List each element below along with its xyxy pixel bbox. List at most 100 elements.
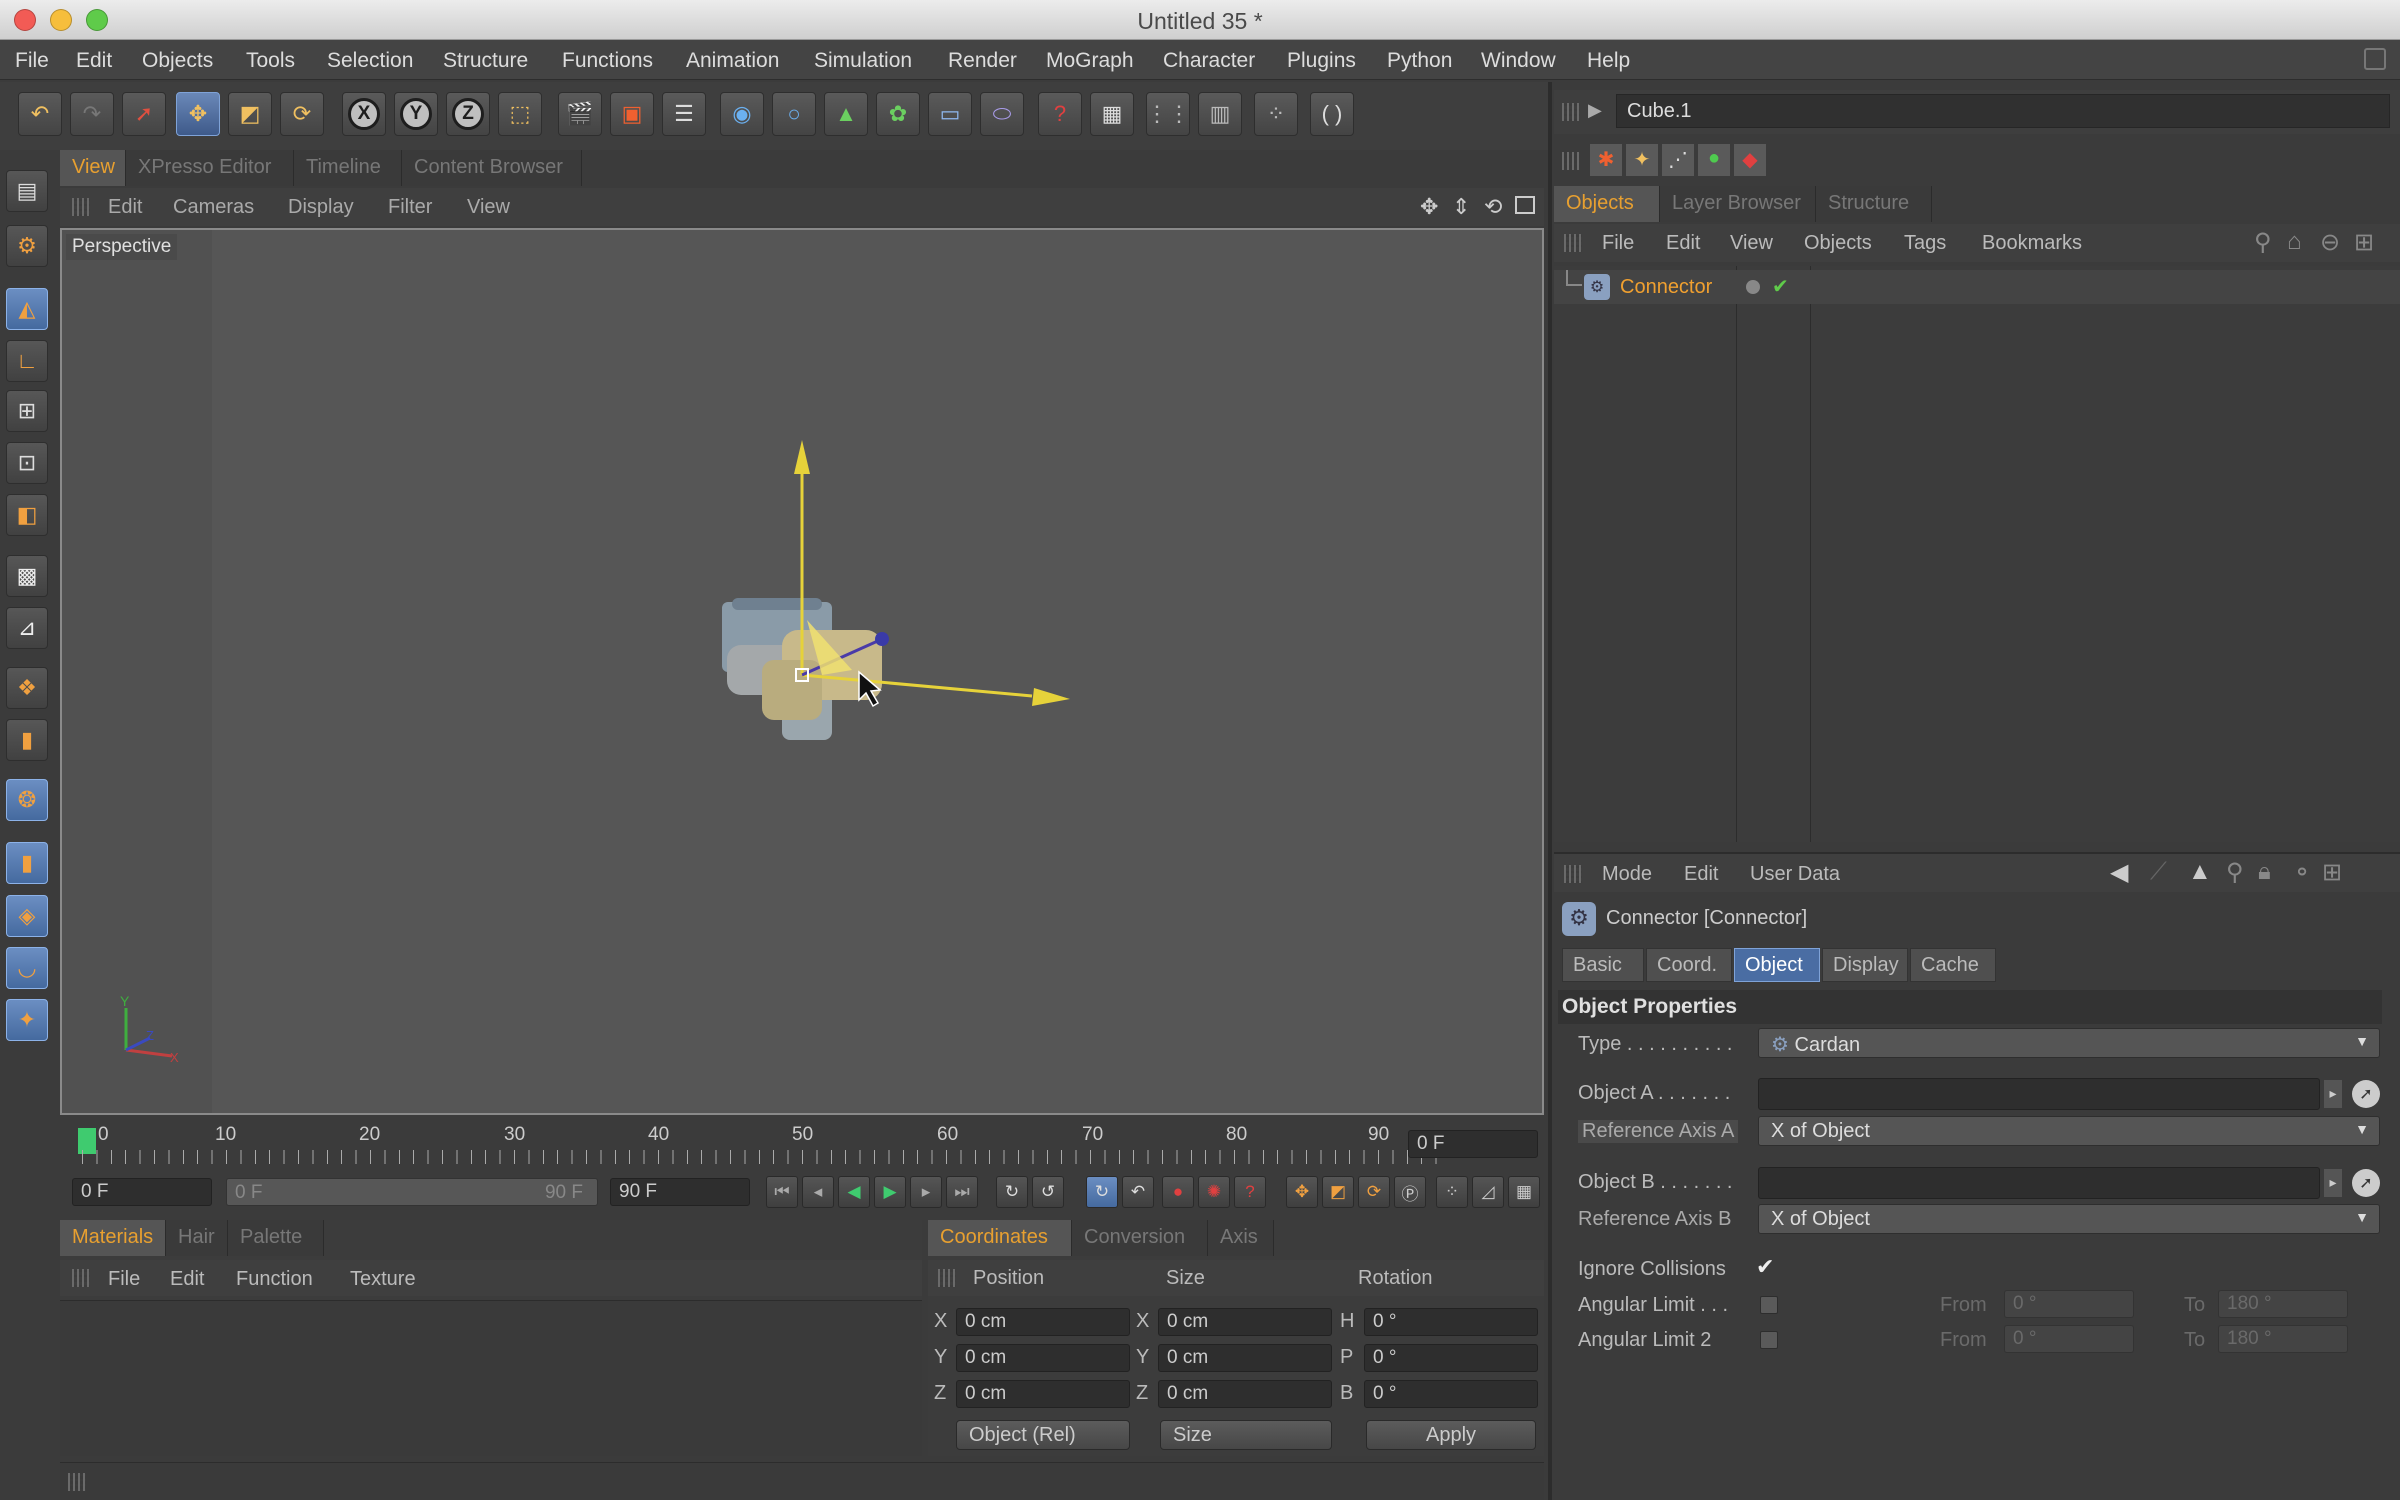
tab-objects[interactable]: Objects [1554,186,1660,222]
tab-cache[interactable]: Cache [1910,948,1996,982]
redo-icon[interactable]: ↷ [70,92,114,136]
keyframe-selection-icon[interactable]: ? [1234,1176,1266,1208]
object-name-field[interactable]: Cube.1 [1616,94,2390,128]
ignore-collisions-checkbox[interactable]: ✔ [1756,1254,1774,1280]
rotation-h-field[interactable]: 0 ° [1364,1308,1538,1336]
add-primitive-icon[interactable]: ◉ [720,92,764,136]
add-spline-icon[interactable]: ○ [772,92,816,136]
joint-icon[interactable]: ✦ [1626,144,1658,176]
next-key-icon[interactable]: ▸ [910,1176,942,1208]
paint-icon[interactable]: ◈ [6,895,48,937]
menu-objects[interactable]: Objects [142,49,213,73]
materials-menu-texture[interactable]: Texture [350,1268,416,1291]
materials-menu-edit[interactable]: Edit [170,1268,204,1291]
live-selection-icon[interactable]: ➚ [122,92,166,136]
connector-tool-icon[interactable]: ◆ [1734,144,1766,176]
bucket-icon[interactable]: ◡ [6,947,48,989]
tab-conversion[interactable]: Conversion [1072,1220,1208,1256]
angular-limit-2-checkbox[interactable] [1760,1331,1778,1349]
tab-basic[interactable]: Basic [1562,948,1644,982]
size-mode-dropdown[interactable]: Size [1160,1420,1332,1450]
menu-animation[interactable]: Animation [686,49,779,73]
angular-limit-checkbox[interactable] [1760,1296,1778,1314]
add-array-icon[interactable]: ✿ [876,92,920,136]
record-active-icon[interactable]: ● [1162,1176,1194,1208]
grip-icon[interactable] [1564,234,1582,252]
grip-icon[interactable] [72,198,90,216]
reference-axis-a-dropdown[interactable]: X of Object ▼ [1758,1116,2380,1146]
ping-pong-icon[interactable]: ↺ [1032,1176,1064,1208]
tab-materials[interactable]: Materials [60,1220,166,1256]
add-light-icon[interactable]: ▦ [1090,92,1134,136]
expand-arrow-icon[interactable]: ▶ [1588,100,1602,121]
film-strip-icon[interactable]: ▮ [6,842,48,884]
tab-structure[interactable]: Structure [1816,186,1932,222]
rotate-view-icon[interactable]: ⟲ [1484,194,1502,220]
angular-limit-2-from-field[interactable]: 0 ° [2004,1325,2134,1353]
menu-render[interactable]: Render [948,49,1017,73]
materials-area[interactable] [60,1300,922,1456]
back-arrow-icon[interactable]: ◀ [2110,858,2128,887]
menu-structure[interactable]: Structure [443,49,528,73]
add-camera-icon[interactable]: ? [1038,92,1082,136]
angular-limit-to-field[interactable]: 180 ° [2218,1290,2348,1318]
menu-plugins[interactable]: Plugins [1287,49,1356,73]
position-x-field[interactable]: 0 cm [956,1308,1130,1336]
menu-python[interactable]: Python [1387,49,1452,73]
rotate-tool-icon[interactable]: ⟳ [280,92,324,136]
objects-menu-edit[interactable]: Edit [1666,232,1700,255]
objects-menu-tags[interactable]: Tags [1904,232,1946,255]
previous-key-icon[interactable]: ◂ [802,1176,834,1208]
list-item[interactable]: ⚙ Connector ✔ [1554,270,2400,304]
render-picture-viewer-icon[interactable]: ▣ [610,92,654,136]
grip-icon[interactable] [68,1473,86,1491]
rotation-b-field[interactable]: 0 ° [1364,1380,1538,1408]
tab-view[interactable]: View [60,150,126,186]
tab-content-browser[interactable]: Content Browser [402,150,582,186]
menu-edit[interactable]: Edit [76,49,112,73]
attributes-menu-mode[interactable]: Mode [1602,863,1652,886]
angular-limit-from-field[interactable]: 0 ° [2004,1290,2134,1318]
loop-icon[interactable]: ↻ [996,1176,1028,1208]
tab-coordinates[interactable]: Coordinates [928,1220,1072,1256]
size-x-field[interactable]: 0 cm [1158,1308,1332,1336]
model-mode-icon[interactable]: ◭ [6,288,48,330]
python-generator-icon[interactable]: ( ) [1310,92,1354,136]
bones-icon[interactable]: ✱ [1590,144,1622,176]
position-y-field[interactable]: 0 cm [956,1344,1130,1372]
tab-timeline[interactable]: Timeline [294,150,402,186]
current-frame-field[interactable]: 0 F [1408,1130,1538,1158]
y-axis-lock-icon[interactable]: Y [394,92,438,136]
add-scene-icon[interactable]: ⬭ [980,92,1024,136]
up-arrow-icon[interactable]: ▲ [2188,858,2212,886]
key-interpolation-icon[interactable]: ◿ [1472,1176,1504,1208]
animation-mode-icon[interactable]: ❖ [6,667,48,709]
type-dropdown[interactable]: ⚙ Cardan ▼ [1758,1028,2380,1058]
grip-icon[interactable] [1564,865,1582,883]
undo-icon[interactable]: ↶ [18,92,62,136]
add-generator-icon[interactable]: ▲ [824,92,868,136]
render-settings-icon[interactable]: ☰ [662,92,706,136]
record-mode-icon[interactable]: ↻ [1086,1176,1118,1208]
tab-hair[interactable]: Hair [166,1220,228,1256]
menu-selection[interactable]: Selection [327,49,413,73]
timeline-layout-icon[interactable]: ▦ [1508,1176,1540,1208]
viewport-menu-display[interactable]: Display [288,196,354,219]
points-mode-icon[interactable]: ⊞ [6,390,48,432]
render-view-icon[interactable]: 🎬 [558,92,602,136]
autokey-mode-icon[interactable]: ↶ [1122,1176,1154,1208]
object-b-picker-icon[interactable]: ➚ [2352,1169,2380,1197]
menu-tools[interactable]: Tools [246,49,295,73]
sculpt-mode-icon[interactable]: ❂ [6,779,48,821]
tweak-mode-icon[interactable]: ▮ [6,719,48,761]
object-list[interactable]: ⚙ Connector ✔ [1554,266,2400,842]
new-window-icon[interactable]: ⊞ [2354,228,2374,257]
search-icon[interactable]: ⚲ [2226,858,2244,887]
materials-menu-file[interactable]: File [108,1268,140,1291]
grip-icon[interactable] [1562,103,1580,121]
maximize-view-icon[interactable] [1515,196,1535,214]
layout-toggle-icon[interactable] [2364,48,2386,70]
rotation-p-field[interactable]: 0 ° [1364,1344,1538,1372]
viewport-menu-view[interactable]: View [467,196,510,219]
pin-icon[interactable]: ⚬ [2292,858,2312,887]
